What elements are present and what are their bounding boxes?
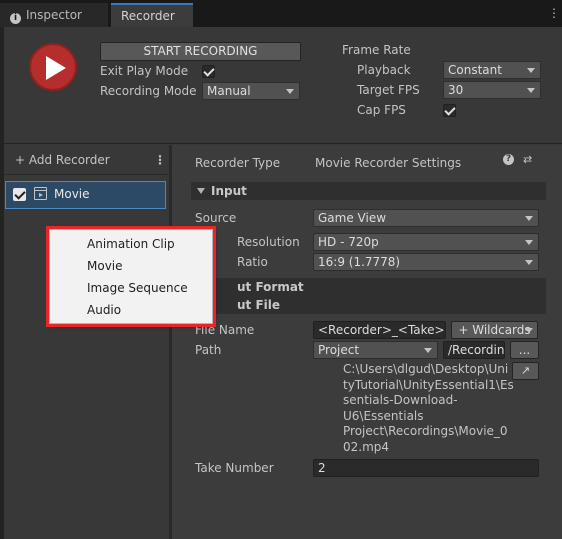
path-label: Path <box>195 343 222 357</box>
divider <box>4 174 169 175</box>
source-label: Source <box>195 211 237 225</box>
recorder-list-item-label: Movie <box>54 187 90 201</box>
recording-mode-label: Recording Mode <box>100 84 197 98</box>
recorder-enabled-checkbox[interactable] <box>13 188 26 201</box>
add-recorder-button[interactable]: + Add Recorder <box>15 152 110 168</box>
frame-rate-label: Frame Rate <box>342 43 411 57</box>
aspect-ratio-value: 16:9 (1.7778) <box>318 255 401 269</box>
path-root-value: Project <box>318 343 360 357</box>
add-recorder-context-menu: Animation Clip Movie Image Sequence Audi… <box>49 229 213 324</box>
recorder-type-value: Movie Recorder Settings <box>315 156 462 170</box>
menu-item-audio[interactable]: Audio <box>87 302 121 318</box>
chevron-down-icon <box>527 68 535 73</box>
tab-recorder[interactable]: Recorder <box>111 3 193 27</box>
chevron-down-icon <box>525 216 533 221</box>
output-resolution-value: HD - 720p <box>318 235 379 249</box>
output-file-section-title: ut File <box>237 298 281 312</box>
chevron-down-icon <box>525 328 533 333</box>
chevron-down-icon <box>527 88 535 93</box>
exit-play-mode-label: Exit Play Mode <box>100 64 189 78</box>
output-resolution-dropdown[interactable]: HD - 720p <box>313 233 539 251</box>
source-value: Game View <box>318 211 387 225</box>
recording-mode-dropdown[interactable]: Manual <box>202 82 300 100</box>
foldout-arrow-icon <box>197 188 205 194</box>
take-number-label: Take Number <box>195 461 274 475</box>
tab-inspector-label: Inspector <box>26 8 82 22</box>
resolved-output-path: C:\Users\dlgud\Desktop\Uni tyTutorial\Un… <box>343 362 514 455</box>
tab-recorder-label: Recorder <box>121 9 175 23</box>
target-fps-value: 30 <box>448 83 464 97</box>
help-icon[interactable]: ? <box>503 154 514 165</box>
chevron-down-icon <box>525 240 533 245</box>
record-play-button[interactable] <box>29 43 77 91</box>
file-name-label: File Name <box>195 323 255 337</box>
browse-button[interactable]: ... <box>510 341 539 359</box>
external-link-icon: ↗ <box>520 364 531 377</box>
chevron-down-icon <box>424 348 432 353</box>
target-fps-dropdown[interactable]: 30 <box>443 81 541 99</box>
aspect-ratio-label: Ratio <box>237 255 268 269</box>
output-file-section-header[interactable]: ut File <box>191 296 546 314</box>
menu-item-animation-clip[interactable]: Animation Clip <box>87 236 175 252</box>
take-number-input[interactable]: 2 <box>313 459 539 477</box>
input-section-title: Input <box>211 184 247 198</box>
chevron-down-icon <box>525 260 533 265</box>
exit-play-mode-checkbox[interactable] <box>202 65 215 78</box>
resolved-path-line: C:\Users\dlgud\Desktop\Uni <box>343 362 509 376</box>
tab-inspector[interactable]: i Inspector <box>0 3 108 27</box>
preset-sliders-icon[interactable]: ⇄ <box>523 153 532 166</box>
wildcards-dropdown[interactable]: + Wildcards <box>451 321 538 339</box>
info-icon: i <box>10 13 21 24</box>
recorder-type-label: Recorder Type <box>195 156 281 170</box>
playback-value: Constant <box>448 63 502 77</box>
target-fps-label: Target FPS <box>357 83 420 97</box>
input-section-header[interactable]: Input <box>191 182 546 200</box>
playback-dropdown[interactable]: Constant <box>443 61 541 79</box>
output-resolution-label: Resolution <box>237 235 300 249</box>
chevron-down-icon <box>286 89 294 94</box>
output-format-section-title: ut Format <box>237 280 304 294</box>
resolved-path-line: Project\Recordings\Movie_0 <box>343 424 508 438</box>
cap-fps-label: Cap FPS <box>357 103 406 117</box>
aspect-ratio-dropdown[interactable]: 16:9 (1.7778) <box>313 253 539 271</box>
file-name-input[interactable]: <Recorder>_<Take> <box>313 321 446 339</box>
path-input[interactable]: /Recordin <box>443 341 505 359</box>
source-dropdown[interactable]: Game View <box>313 209 539 227</box>
window-menu-kebab-icon[interactable]: ⋮ <box>548 6 560 20</box>
output-format-section-header[interactable]: ut Format <box>191 278 546 296</box>
start-recording-button[interactable]: START RECORDING <box>100 42 301 61</box>
menu-item-movie[interactable]: Movie <box>87 258 123 274</box>
resolved-path-line: sentials-Download- <box>343 393 458 407</box>
menu-item-image-sequence[interactable]: Image Sequence <box>87 280 188 296</box>
playback-label: Playback <box>357 63 411 77</box>
resolved-path-line: U6\Essentials <box>343 408 424 423</box>
path-root-dropdown[interactable]: Project <box>313 341 438 359</box>
movie-icon <box>34 187 47 200</box>
wildcards-label: + Wildcards <box>458 323 531 337</box>
resolved-path-line: tyTutorial\UnityEssential1\Es <box>343 377 514 392</box>
cap-fps-checkbox[interactable] <box>443 104 456 117</box>
resolved-path-line: 02.mp4 <box>343 439 390 454</box>
list-menu-kebab-icon[interactable]: ⋮ <box>154 152 166 168</box>
recording-mode-value: Manual <box>207 84 251 98</box>
open-folder-button[interactable]: ↗ <box>512 362 539 380</box>
